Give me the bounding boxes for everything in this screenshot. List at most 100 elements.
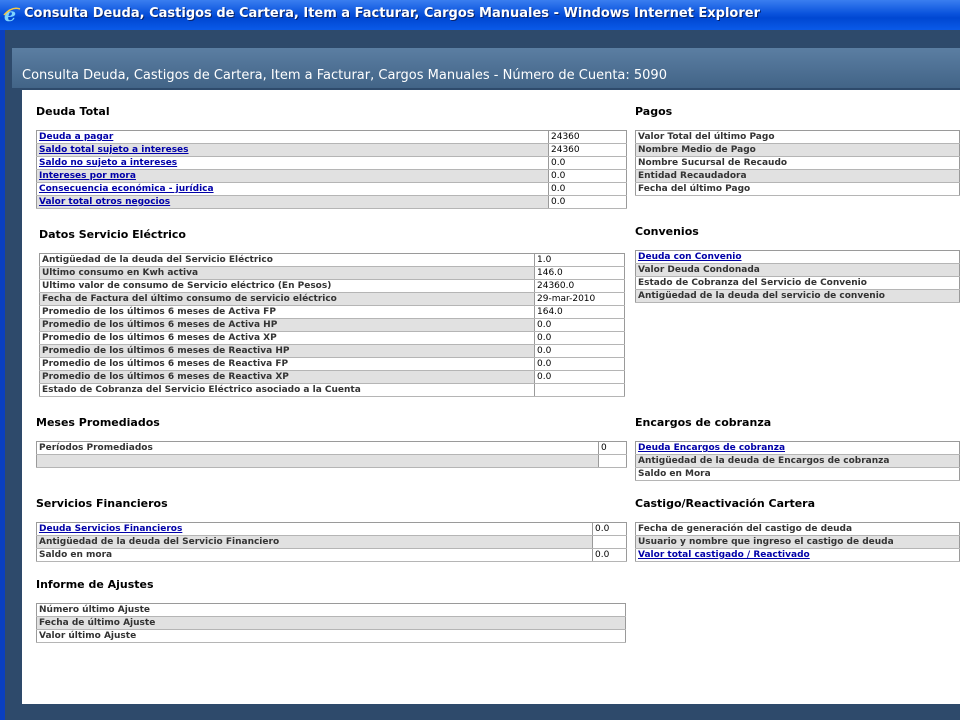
label-ultimo-consumo-kwh: Ultimo consumo en Kwh activa bbox=[39, 266, 535, 280]
label-promedio-reactiva-hp: Promedio de los últimos 6 meses de React… bbox=[39, 344, 535, 358]
label-periodos-promediados: Períodos Promediados bbox=[36, 441, 599, 455]
table-row: Fecha de generación del castigo de deuda bbox=[635, 522, 960, 536]
value-antiguedad-deuda-electrico: 1.0 bbox=[534, 253, 625, 267]
link-deuda-a-pagar[interactable]: Deuda a pagar bbox=[39, 132, 113, 142]
table-row: Saldo total sujeto a intereses 24360 bbox=[36, 143, 627, 157]
label-nombre-medio-pago: Nombre Medio de Pago bbox=[635, 143, 960, 157]
table-row: Estado de Cobranza del Servicio Eléctric… bbox=[39, 383, 625, 397]
table-row: Antigüedad de la deuda de Encargos de co… bbox=[635, 454, 960, 468]
table-row: Valor total otros negocios 0.0 bbox=[36, 195, 627, 209]
table-row: Valor total castigado / Reactivado bbox=[635, 548, 960, 562]
link-saldo-no-sujeto-intereses[interactable]: Saldo no sujeto a intereses bbox=[39, 158, 177, 168]
table-meses-promediados: Períodos Promediados 0 bbox=[36, 441, 627, 468]
value-deuda-servicios-financieros: 0.0 bbox=[592, 522, 627, 536]
page-title: Consulta Deuda, Castigos de Cartera, Ite… bbox=[22, 68, 667, 83]
table-row: Promedio de los últimos 6 meses de Activ… bbox=[39, 331, 625, 345]
value-consecuencia-economica: 0.0 bbox=[548, 182, 627, 196]
table-row: Valor último Ajuste bbox=[36, 629, 626, 643]
label-promedio-activa-xp: Promedio de los últimos 6 meses de Activ… bbox=[39, 331, 535, 345]
link-consecuencia-economica[interactable]: Consecuencia económica - jurídica bbox=[39, 184, 214, 194]
label-fecha-ultimo-pago: Fecha del último Pago bbox=[635, 182, 960, 196]
value-promedio-reactiva-xp: 0.0 bbox=[534, 370, 625, 384]
label-valor-ultimo-ajuste: Valor último Ajuste bbox=[36, 629, 626, 643]
value-valor-total-otros-negocios: 0.0 bbox=[548, 195, 627, 209]
label-saldo-en-mora-encargos: Saldo en Mora bbox=[635, 467, 960, 481]
table-row: Saldo no sujeto a intereses 0.0 bbox=[36, 156, 627, 170]
value-promedio-activa-xp: 0.0 bbox=[534, 331, 625, 345]
page-header: Consulta Deuda, Castigos de Cartera, Ite… bbox=[12, 48, 960, 88]
value-antiguedad-deuda-financiero bbox=[592, 535, 627, 549]
window-titlebar: e Consulta Deuda, Castigos de Cartera, I… bbox=[0, 0, 960, 30]
table-row: Antigüedad de la deuda del servicio de c… bbox=[635, 289, 960, 303]
link-valor-total-castigado[interactable]: Valor total castigado / Reactivado bbox=[638, 550, 810, 560]
label-promedio-reactiva-fp: Promedio de los últimos 6 meses de React… bbox=[39, 357, 535, 371]
label-antiguedad-deuda-electrico: Antigüedad de la deuda del Servicio Eléc… bbox=[39, 253, 535, 267]
table-convenios: Deuda con Convenio Valor Deuda Condonada… bbox=[635, 250, 960, 303]
content-panel: Deuda Total Deuda a pagar 24360 Saldo tot… bbox=[22, 90, 960, 704]
table-pagos: Valor Total del último Pago Nombre Medio… bbox=[635, 130, 960, 196]
table-row: Promedio de los últimos 6 meses de Activ… bbox=[39, 305, 625, 319]
label-promedio-activa-fp: Promedio de los últimos 6 meses de Activ… bbox=[39, 305, 535, 319]
label-promedio-activa-hp: Promedio de los últimos 6 meses de Activ… bbox=[39, 318, 535, 332]
value-deuda-a-pagar: 24360 bbox=[548, 130, 627, 144]
table-row: Antigüedad de la deuda del Servicio Eléc… bbox=[39, 253, 625, 267]
internet-explorer-icon: e bbox=[3, 4, 21, 24]
label-antiguedad-deuda-convenio: Antigüedad de la deuda del servicio de c… bbox=[635, 289, 960, 303]
section-title-encargos: Encargos de cobranza bbox=[635, 416, 772, 429]
label-numero-ultimo-ajuste: Número último Ajuste bbox=[36, 603, 626, 617]
value-saldo-en-mora-financiero: 0.0 bbox=[592, 548, 627, 562]
table-row: Nombre Sucursal de Recaudo bbox=[635, 156, 960, 170]
label-valor-ultimo-pago: Valor Total del último Pago bbox=[635, 130, 960, 144]
window-title: Consulta Deuda, Castigos de Cartera, Ite… bbox=[24, 6, 760, 21]
value-periodos-promediados: 0 bbox=[598, 441, 627, 455]
link-saldo-total-sujeto-intereses[interactable]: Saldo total sujeto a intereses bbox=[39, 145, 189, 155]
table-row: Entidad Recaudadora bbox=[635, 169, 960, 183]
label-antiguedad-deuda-encargos: Antigüedad de la deuda de Encargos de co… bbox=[635, 454, 960, 468]
link-deuda-servicios-financieros[interactable]: Deuda Servicios Financieros bbox=[39, 524, 182, 534]
link-deuda-con-convenio[interactable]: Deuda con Convenio bbox=[638, 252, 742, 262]
link-valor-total-otros-negocios[interactable]: Valor total otros negocios bbox=[39, 197, 170, 207]
table-row: Deuda Servicios Financieros 0.0 bbox=[36, 522, 627, 536]
table-row: Usuario y nombre que ingreso el castigo … bbox=[635, 535, 960, 549]
table-servicios-financieros: Deuda Servicios Financieros 0.0 Antigüeda… bbox=[36, 522, 627, 562]
label-entidad-recaudadora: Entidad Recaudadora bbox=[635, 169, 960, 183]
value-fecha-factura: 29-mar-2010 bbox=[534, 292, 625, 306]
table-row: Ultimo valor de consumo de Servicio eléc… bbox=[39, 279, 625, 293]
section-title-informe-ajustes: Informe de Ajustes bbox=[36, 578, 154, 591]
table-row: Deuda a pagar 24360 bbox=[36, 130, 627, 144]
table-row: Deuda con Convenio bbox=[635, 250, 960, 264]
table-row: Promedio de los últimos 6 meses de React… bbox=[39, 370, 625, 384]
table-row: Promedio de los últimos 6 meses de Activ… bbox=[39, 318, 625, 332]
value-promedio-activa-hp: 0.0 bbox=[534, 318, 625, 332]
link-intereses-por-mora[interactable]: Intereses por mora bbox=[39, 171, 136, 181]
section-title-pagos: Pagos bbox=[635, 105, 673, 118]
table-row: Antigüedad de la deuda del Servicio Fina… bbox=[36, 535, 627, 549]
table-encargos: Deuda Encargos de cobranza Antigüedad de… bbox=[635, 441, 960, 481]
table-castigo: Fecha de generación del castigo de deuda… bbox=[635, 522, 960, 562]
table-row: Períodos Promediados 0 bbox=[36, 441, 627, 455]
value-promedio-activa-fp: 164.0 bbox=[534, 305, 625, 319]
table-row: Nombre Medio de Pago bbox=[635, 143, 960, 157]
label-fecha-generacion-castigo: Fecha de generación del castigo de deuda bbox=[635, 522, 960, 536]
table-row: Promedio de los últimos 6 meses de React… bbox=[39, 344, 625, 358]
table-row: Estado de Cobranza del Servicio de Conve… bbox=[635, 276, 960, 290]
label-usuario-castigo: Usuario y nombre que ingreso el castigo … bbox=[635, 535, 960, 549]
section-title-servicio-electrico: Datos Servicio Eléctrico bbox=[39, 228, 186, 241]
table-row bbox=[36, 454, 627, 468]
table-row: Saldo en mora 0.0 bbox=[36, 548, 627, 562]
value-ultimo-valor-consumo: 24360.0 bbox=[534, 279, 625, 293]
window-border bbox=[0, 30, 5, 720]
value-ultimo-consumo-kwh: 146.0 bbox=[534, 266, 625, 280]
label-estado-cobranza-electrico: Estado de Cobranza del Servicio Eléctric… bbox=[39, 383, 535, 397]
label-antiguedad-deuda-financiero: Antigüedad de la deuda del Servicio Fina… bbox=[36, 535, 593, 549]
table-row: Fecha de último Ajuste bbox=[36, 616, 626, 630]
label-ultimo-valor-consumo: Ultimo valor de consumo de Servicio eléc… bbox=[39, 279, 535, 293]
value-saldo-no-sujeto-intereses: 0.0 bbox=[548, 156, 627, 170]
link-deuda-encargos-cobranza[interactable]: Deuda Encargos de cobranza bbox=[638, 443, 785, 453]
value-intereses-por-mora: 0.0 bbox=[548, 169, 627, 183]
label-valor-deuda-condonada: Valor Deuda Condonada bbox=[635, 263, 960, 277]
label-saldo-en-mora-financiero: Saldo en mora bbox=[36, 548, 593, 562]
table-row: Saldo en Mora bbox=[635, 467, 960, 481]
section-title-convenios: Convenios bbox=[635, 225, 699, 238]
value-saldo-total-sujeto-intereses: 24360 bbox=[548, 143, 627, 157]
